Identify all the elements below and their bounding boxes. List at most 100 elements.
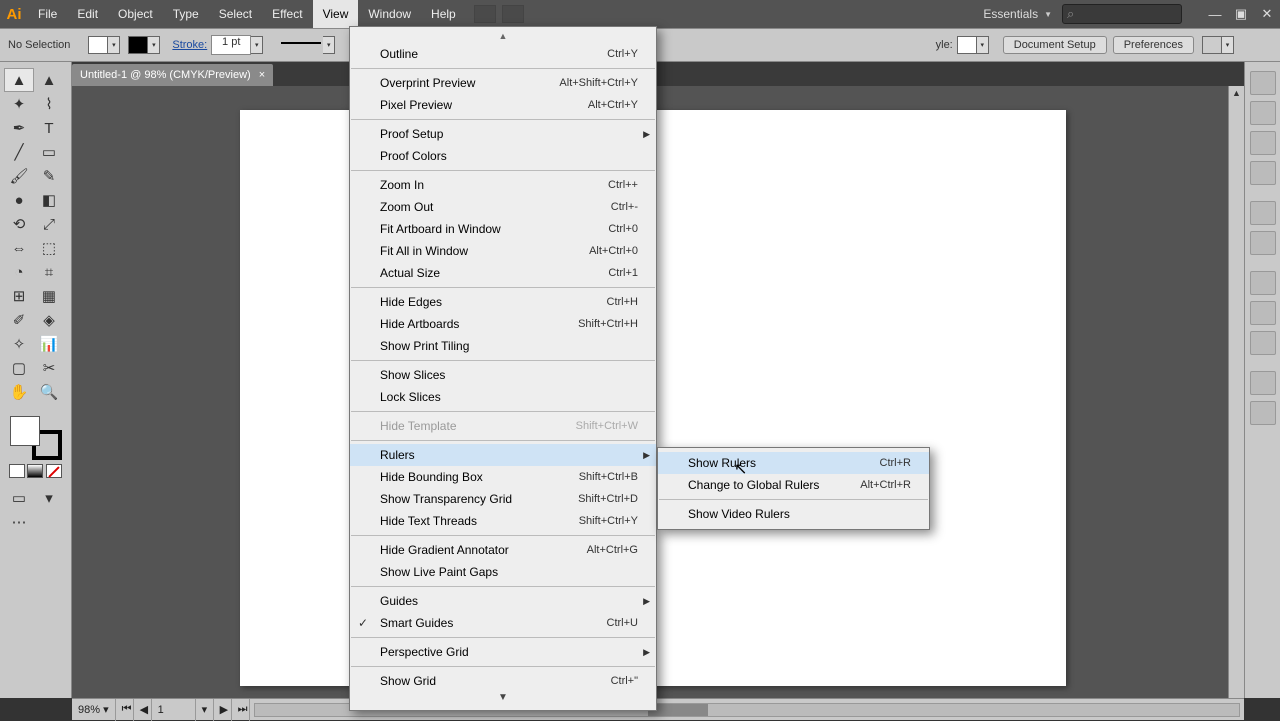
panel-icon[interactable] (1250, 161, 1276, 185)
maximize-button[interactable]: ▣ (1228, 3, 1254, 25)
zoom-level[interactable]: 98% ▾ (72, 699, 116, 721)
menu-edit[interactable]: Edit (67, 0, 108, 28)
panel-icon[interactable] (1250, 201, 1276, 225)
menu-scroll-up-icon[interactable]: ▲ (350, 31, 656, 43)
graph-tool[interactable]: 📊 (34, 332, 64, 356)
minimize-button[interactable]: — (1202, 3, 1228, 25)
slice-tool[interactable]: ✂ (34, 356, 64, 380)
menu-type[interactable]: Type (163, 0, 209, 28)
type-tool[interactable]: T (34, 116, 64, 140)
next-artboard-button[interactable]: ▶ (214, 699, 232, 721)
menu-item-hide-artboards[interactable]: Hide ArtboardsShift+Ctrl+H (350, 313, 656, 335)
arrange-docs-icon[interactable] (502, 5, 524, 23)
menu-help[interactable]: Help (421, 0, 466, 28)
workspace-switcher[interactable]: Essentials (977, 7, 1044, 21)
menu-item-overprint-preview[interactable]: Overprint PreviewAlt+Shift+Ctrl+Y (350, 72, 656, 94)
close-tab-icon[interactable]: × (259, 64, 265, 86)
magic-wand-tool[interactable]: ✦ (4, 92, 34, 116)
menu-file[interactable]: File (28, 0, 67, 28)
menu-scroll-down-icon[interactable]: ▼ (350, 692, 656, 706)
menu-item-zoom-in[interactable]: Zoom InCtrl++ (350, 174, 656, 196)
menu-item-rulers[interactable]: Rulers▶ (350, 444, 656, 466)
last-artboard-button[interactable]: ⏭ (232, 699, 250, 721)
menu-view[interactable]: View (313, 0, 359, 28)
artboard-dropdown[interactable]: ▾ (196, 699, 214, 721)
menu-item-smart-guides[interactable]: ✓Smart GuidesCtrl+U (350, 612, 656, 634)
menu-object[interactable]: Object (108, 0, 163, 28)
preferences-button[interactable]: Preferences (1113, 36, 1194, 54)
menu-item-hide-edges[interactable]: Hide EdgesCtrl+H (350, 291, 656, 313)
stroke-dropdown[interactable]: ▾ (148, 36, 160, 54)
free-transform-tool[interactable]: ⬚ (34, 236, 64, 260)
panel-icon[interactable] (1250, 71, 1276, 95)
menu-item-hide-bounding-box[interactable]: Hide Bounding BoxShift+Ctrl+B (350, 466, 656, 488)
panel-icon[interactable] (1250, 231, 1276, 255)
eraser-tool[interactable]: ◧ (34, 188, 64, 212)
selection-tool[interactable]: ▲ (4, 68, 34, 92)
menu-item-hide-gradient-annotator[interactable]: Hide Gradient AnnotatorAlt+Ctrl+G (350, 539, 656, 561)
lasso-tool[interactable]: ⌇ (34, 92, 64, 116)
menu-item-lock-slices[interactable]: Lock Slices (350, 386, 656, 408)
zoom-tool[interactable]: 🔍 (34, 380, 64, 404)
rectangle-tool[interactable]: ▭ (34, 140, 64, 164)
search-input[interactable] (1062, 4, 1182, 24)
panel-icon[interactable] (1250, 331, 1276, 355)
canvas-area[interactable] (72, 86, 1244, 698)
blend-tool[interactable]: ◈ (34, 308, 64, 332)
stroke-weight-input[interactable]: 1 pt (211, 35, 251, 55)
eyedropper-tool[interactable]: ✐ (4, 308, 34, 332)
vertical-scrollbar[interactable]: ▲ (1228, 86, 1244, 698)
align-dropdown[interactable]: ▾ (1222, 36, 1234, 54)
document-tab[interactable]: Untitled-1 @ 98% (CMYK/Preview) × (72, 64, 273, 86)
menu-item-show-live-paint-gaps[interactable]: Show Live Paint Gaps (350, 561, 656, 583)
fill-color-icon[interactable] (10, 416, 40, 446)
paintbrush-tool[interactable]: 🖌 (4, 164, 34, 188)
scroll-up-icon[interactable]: ▲ (1229, 86, 1244, 100)
menu-item-show-slices[interactable]: Show Slices (350, 364, 656, 386)
symbol-sprayer-tool[interactable]: ✧ (4, 332, 34, 356)
menu-item-proof-setup[interactable]: Proof Setup▶ (350, 123, 656, 145)
menu-item-hide-text-threads[interactable]: Hide Text ThreadsShift+Ctrl+Y (350, 510, 656, 532)
artboard-number[interactable]: 1 (152, 699, 196, 721)
menu-select[interactable]: Select (209, 0, 262, 28)
panel-icon[interactable] (1250, 371, 1276, 395)
hand-tool[interactable]: ✋ (4, 380, 34, 404)
pen-tool[interactable]: ✒ (4, 116, 34, 140)
style-dropdown[interactable]: ▾ (977, 36, 989, 54)
menu-effect[interactable]: Effect (262, 0, 312, 28)
menu-item-fit-artboard-in-window[interactable]: Fit Artboard in WindowCtrl+0 (350, 218, 656, 240)
menu-item-change-to-global-rulers[interactable]: Change to Global RulersAlt+Ctrl+R (658, 474, 929, 496)
panel-icon[interactable] (1250, 131, 1276, 155)
edit-toolbar-icon[interactable]: ⋯ (4, 510, 34, 534)
menu-item-show-rulers[interactable]: Show RulersCtrl+R (658, 452, 929, 474)
menu-item-show-print-tiling[interactable]: Show Print Tiling (350, 335, 656, 357)
screen-mode-tool[interactable]: ▭ (4, 486, 34, 510)
panel-icon[interactable] (1250, 401, 1276, 425)
menu-item-guides[interactable]: Guides▶ (350, 590, 656, 612)
scale-tool[interactable]: ⤢ (34, 212, 64, 236)
direct-selection-tool[interactable]: ▲ (34, 68, 64, 92)
document-setup-button[interactable]: Document Setup (1003, 36, 1107, 54)
menu-window[interactable]: Window (358, 0, 421, 28)
brush-dropdown[interactable]: ▾ (323, 36, 335, 54)
menu-item-fit-all-in-window[interactable]: Fit All in WindowAlt+Ctrl+0 (350, 240, 656, 262)
stroke-weight-dropdown[interactable]: ▾ (251, 36, 263, 54)
rotate-tool[interactable]: ⟲ (4, 212, 34, 236)
menu-item-pixel-preview[interactable]: Pixel PreviewAlt+Ctrl+Y (350, 94, 656, 116)
none-mode-icon[interactable] (46, 464, 62, 478)
fill-stroke-indicator[interactable] (10, 416, 62, 460)
panel-icon[interactable] (1250, 271, 1276, 295)
width-tool[interactable]: ⇔ (4, 236, 34, 260)
menu-item-outline[interactable]: OutlineCtrl+Y (350, 43, 656, 65)
menu-item-actual-size[interactable]: Actual SizeCtrl+1 (350, 262, 656, 284)
shape-builder-tool[interactable]: ◔ (4, 260, 34, 284)
change-screen-icon[interactable]: ▾ (34, 486, 64, 510)
line-tool[interactable]: ╱ (4, 140, 34, 164)
panel-icon[interactable] (1250, 301, 1276, 325)
menu-item-show-transparency-grid[interactable]: Show Transparency GridShift+Ctrl+D (350, 488, 656, 510)
menu-item-show-grid[interactable]: Show GridCtrl+" (350, 670, 656, 692)
stroke-swatch[interactable] (128, 36, 148, 54)
artboard-tool[interactable]: ▢ (4, 356, 34, 380)
close-button[interactable]: ✕ (1254, 3, 1280, 25)
mesh-tool[interactable]: ⊞ (4, 284, 34, 308)
